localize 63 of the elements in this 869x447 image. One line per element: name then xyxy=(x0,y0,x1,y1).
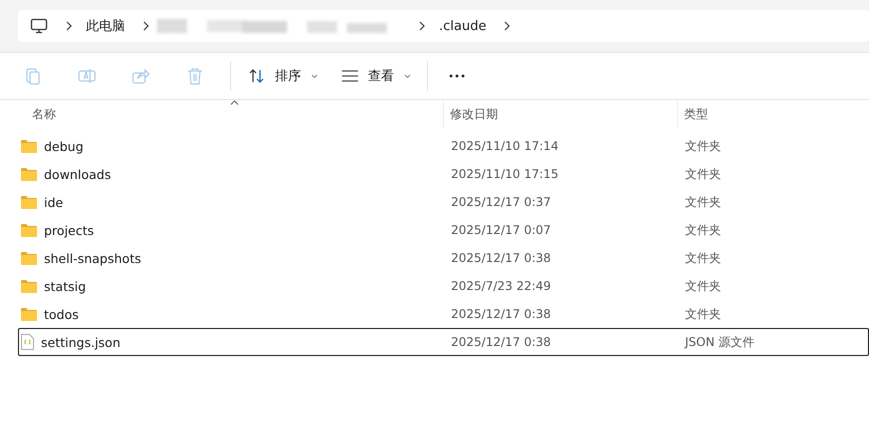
file-row[interactable]: ide 2025/12/17 0:37 文件夹 xyxy=(18,188,869,216)
list-view-icon xyxy=(342,70,358,82)
file-row[interactable]: projects 2025/12/17 0:07 文件夹 xyxy=(18,216,869,244)
column-header[interactable]: 名称 xyxy=(32,106,56,122)
caret-icon xyxy=(311,74,318,78)
file-type: 文件夹 xyxy=(685,250,721,266)
rename-icon xyxy=(78,67,96,85)
chevron-icon xyxy=(66,21,72,31)
file-name: downloads xyxy=(44,166,111,182)
view-button[interactable]: 查看 xyxy=(334,60,419,92)
file-icon xyxy=(21,334,34,350)
modified-date: 2025/12/17 0:37 xyxy=(451,195,551,209)
file-row[interactable]: downloads 2025/11/10 17:15 文件夹 xyxy=(18,160,869,188)
chevron-icon xyxy=(419,21,425,31)
share-icon xyxy=(132,67,150,85)
modified-date: 2025/12/17 0:38 xyxy=(451,251,551,265)
modified-date: 2025/11/10 17:15 xyxy=(451,167,559,181)
modified-date: 2025/12/17 0:38 xyxy=(451,307,551,321)
chevron-icon xyxy=(143,21,149,31)
file-name: projects xyxy=(44,222,94,238)
file-type: 文件夹 xyxy=(685,166,721,182)
folder-icon xyxy=(21,251,37,265)
clipboard-icon xyxy=(24,67,42,85)
file-name: debug xyxy=(44,138,84,154)
folder-icon xyxy=(21,195,37,209)
file-row[interactable]: shell-snapshots 2025/12/17 0:38 文件夹 xyxy=(18,244,869,272)
folder-icon xyxy=(21,167,37,181)
address-bar[interactable]: 此电脑 .claude xyxy=(18,10,869,42)
column-header[interactable]: 修改日期 xyxy=(450,106,498,122)
file-type: 文件夹 xyxy=(685,306,721,322)
folder-icon xyxy=(21,223,37,237)
file-name: settings.json xyxy=(41,334,120,350)
folder-icon xyxy=(21,279,37,293)
file-name: todos xyxy=(44,306,79,322)
file-type: JSON 源文件 xyxy=(685,334,754,350)
folder-icon xyxy=(21,139,37,153)
file-row[interactable]: todos 2025/12/17 0:38 文件夹 xyxy=(18,300,869,328)
sort-ascending-icon xyxy=(230,100,239,105)
computer-icon xyxy=(30,18,48,34)
modified-date: 2025/12/17 0:38 xyxy=(451,335,551,349)
file-type: 文件夹 xyxy=(685,222,721,238)
file-row[interactable]: settings.json 2025/12/17 0:38 JSON 源文件 xyxy=(18,328,869,356)
caret-icon xyxy=(404,74,411,78)
file-name: statsig xyxy=(44,278,86,294)
more-icon xyxy=(448,74,466,78)
file-type: 文件夹 xyxy=(685,278,721,294)
trash-icon xyxy=(186,67,204,85)
modified-date: 2025/12/17 0:07 xyxy=(451,223,551,237)
file-row[interactable]: statsig 2025/7/23 22:49 文件夹 xyxy=(18,272,869,300)
file-row[interactable]: debug 2025/11/10 17:14 文件夹 xyxy=(18,132,869,160)
modified-date: 2025/7/23 22:49 xyxy=(451,279,551,293)
file-type: 文件夹 xyxy=(685,194,721,210)
breadcrumb-item[interactable]: .claude xyxy=(439,18,486,34)
modified-date: 2025/11/10 17:14 xyxy=(451,139,559,153)
folder-icon xyxy=(21,307,37,321)
file-name: shell-snapshots xyxy=(44,250,142,266)
file-type: 文件夹 xyxy=(685,138,721,154)
column-header[interactable]: 类型 xyxy=(684,106,708,122)
sort-button[interactable]: 排序 xyxy=(241,60,326,92)
chevron-icon xyxy=(504,21,510,31)
breadcrumb-item[interactable]: 此电脑 xyxy=(86,17,125,35)
file-name: ide xyxy=(44,194,64,210)
sort-icon xyxy=(249,69,265,83)
